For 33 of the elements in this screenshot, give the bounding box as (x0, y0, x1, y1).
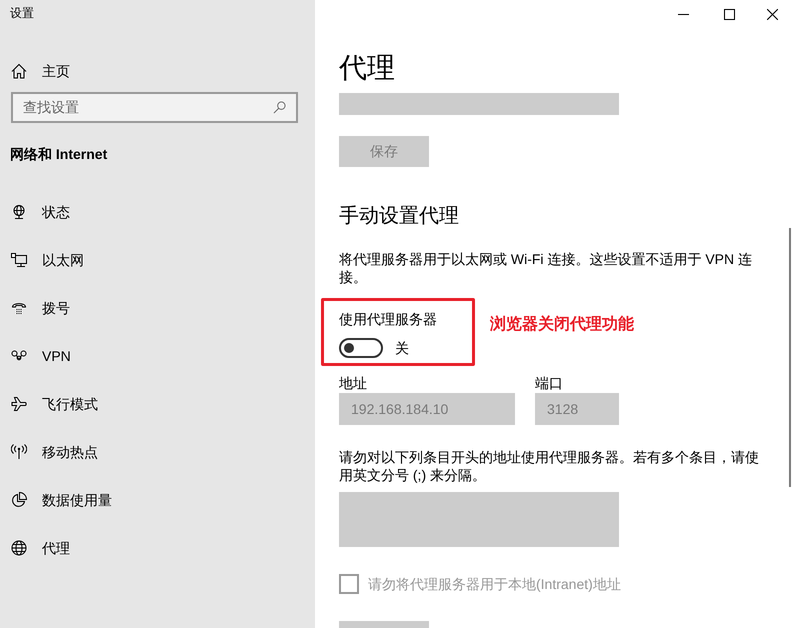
close-icon (766, 8, 778, 20)
toggle-state-label: 关 (395, 339, 409, 358)
nav-item[interactable]: 移动热点 (11, 442, 98, 462)
nav-item[interactable]: 以太网 (11, 250, 84, 270)
nav-item[interactable]: 拨号 (11, 298, 70, 318)
annotation-text: 浏览器关闭代理功能 (490, 314, 634, 335)
port-label: 端口 (535, 374, 563, 393)
nav-item[interactable]: 状态 (11, 202, 70, 222)
maximize-icon (724, 8, 734, 20)
home-icon (11, 63, 27, 79)
scrollbar[interactable] (789, 228, 791, 487)
toggle-switch[interactable] (339, 338, 383, 358)
nav-item[interactable]: 代理 (11, 538, 70, 558)
nav-item[interactable]: 数据使用量 (11, 490, 112, 510)
antenna-icon (11, 444, 27, 460)
description-text: 将代理服务器用于以太网或 Wi-Fi 连接。这些设置不适用于 VPN 连接。 (339, 250, 753, 286)
toggle-label: 使用代理服务器 (339, 310, 437, 329)
section-heading: 手动设置代理 (339, 204, 459, 229)
address-label: 地址 (339, 374, 367, 393)
exceptions-hint: 请勿对以下列条目开头的地址使用代理服务器。若有多个条目，请使用英文分号 (;) 来分隔。 (339, 448, 760, 484)
globe-monitor-icon (11, 204, 27, 220)
search-icon (273, 101, 286, 114)
nav-item[interactable]: VPN (11, 346, 71, 366)
pie-chart-icon (11, 492, 27, 508)
window-title: 设置 (10, 5, 34, 21)
home-link[interactable]: 主页 (11, 61, 70, 81)
search-field[interactable]: 查找设置 (11, 92, 298, 123)
airplane-icon (11, 396, 27, 412)
nav-item[interactable]: 飞行模式 (11, 394, 98, 414)
globe-icon (11, 540, 27, 556)
page-title: 代理 (339, 51, 395, 85)
section-title: 网络和 Internet (10, 145, 108, 164)
monitor-icon (11, 252, 27, 268)
